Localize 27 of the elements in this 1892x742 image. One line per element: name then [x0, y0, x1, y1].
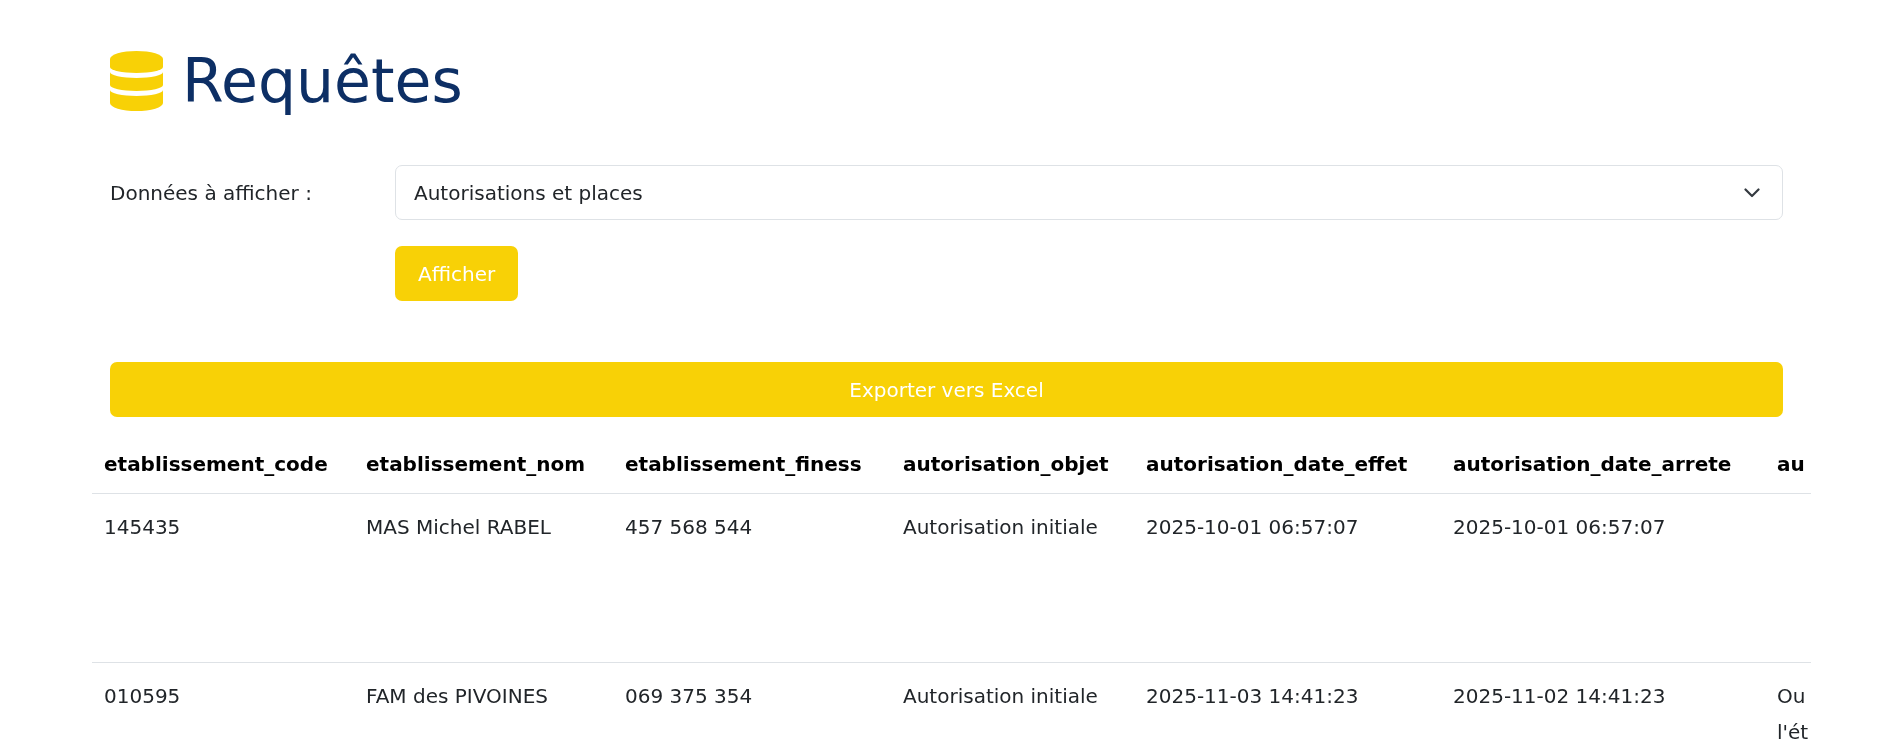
field-label: Données à afficher :	[110, 179, 312, 207]
table-cell: Autorisation initiale	[891, 662, 1134, 742]
column-header: autorisation_date_arrete	[1441, 435, 1765, 494]
column-header: etablissement_code	[92, 435, 354, 494]
table-cell: 457 568 544	[613, 493, 891, 663]
table-cell: 2025-11-02 14:41:23	[1441, 662, 1765, 742]
column-header: etablissement_nom	[354, 435, 613, 494]
column-header: autorisation_objet	[891, 435, 1134, 494]
export-button[interactable]: Exporter vers Excel	[110, 362, 1783, 417]
column-header: autorisation_date_effet	[1134, 435, 1441, 494]
table-cell: Autorisation initiale	[891, 493, 1134, 663]
table-cell: 010595	[92, 662, 354, 742]
chevron-down-icon	[1744, 187, 1760, 198]
column-header: etablissement_finess	[613, 435, 891, 494]
table-cell: FAM des PIVOINES	[354, 662, 613, 742]
database-icon	[110, 51, 163, 111]
data-select[interactable]: Autorisations et places	[395, 165, 1783, 220]
table-cell: 2025-11-03 14:41:23	[1134, 662, 1441, 742]
table-cell: 069 375 354	[613, 662, 891, 742]
show-button[interactable]: Afficher	[395, 246, 519, 301]
table-cell: 2025-10-01 06:57:07	[1441, 493, 1765, 663]
table-cell: Ou l'ét	[1765, 662, 1811, 742]
page-title: Requêtes	[182, 45, 463, 117]
table-cell: 145435	[92, 493, 354, 663]
table-cell: MAS Michel RABEL	[354, 493, 613, 663]
table-cell: 2025-10-01 06:57:07	[1134, 493, 1441, 663]
column-header: au	[1765, 435, 1811, 494]
